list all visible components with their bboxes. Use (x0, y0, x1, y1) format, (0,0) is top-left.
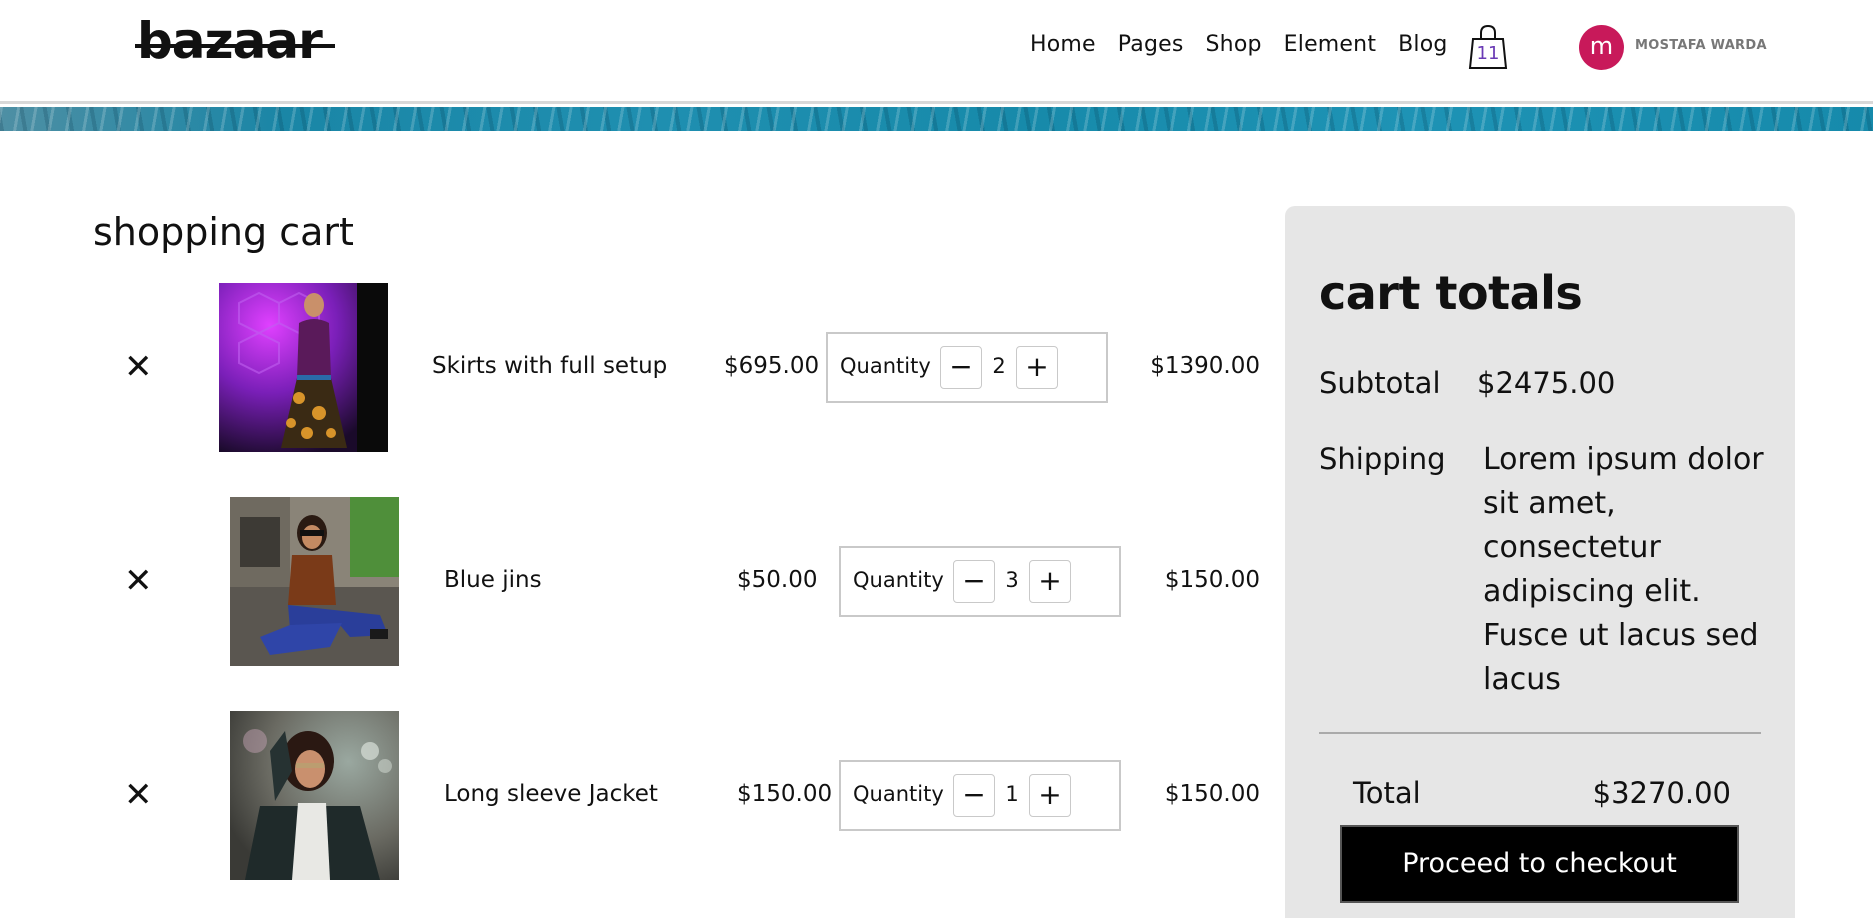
line-total: $150.00 (1164, 781, 1260, 807)
cart-count-badge: 11 (1476, 43, 1500, 64)
product-photo (230, 497, 399, 666)
product-price: $150.00 (737, 781, 833, 807)
product-price: $695.00 (724, 353, 820, 379)
quantity-label: Quantity (853, 568, 944, 592)
quantity-stepper: Quantity − 2 + (826, 332, 1108, 403)
cart-row: ✕ Skirts with full setup $695.00 Quantit (0, 283, 1260, 453)
quantity-label: Quantity (840, 354, 931, 378)
decrease-quantity-button[interactable]: − (953, 774, 995, 817)
remove-item-button[interactable]: ✕ (124, 350, 153, 384)
quantity-stepper: Quantity − 3 + (839, 546, 1121, 617)
site-logo[interactable]: bazaar (137, 12, 323, 70)
totals-divider (1319, 732, 1761, 734)
product-name[interactable]: Blue jins (444, 567, 542, 593)
total-label: Total (1353, 776, 1421, 810)
page-title: shopping cart (93, 210, 354, 254)
nav-shop[interactable]: Shop (1206, 32, 1262, 57)
cart-bag-button[interactable]: 11 (1468, 24, 1508, 70)
product-image-jacket[interactable] (230, 711, 399, 880)
cart-row: ✕ Long sleeve Jacket $150.00 Quantity − … (0, 711, 1260, 881)
quantity-label: Quantity (853, 782, 944, 806)
quantity-value[interactable]: 2 (987, 354, 1011, 378)
user-avatar[interactable]: m (1579, 25, 1624, 70)
totals-title: cart totals (1319, 266, 1583, 320)
shipping-description: Lorem ipsum dolor sit amet, consectetur … (1483, 442, 1764, 697)
increase-quantity-button[interactable]: + (1029, 560, 1071, 603)
proceed-to-checkout-button[interactable]: Proceed to checkout (1340, 825, 1739, 903)
shipping-label: Shipping (1319, 442, 1446, 476)
site-header: bazaar Home Pages Shop Element Blog 11 m… (0, 0, 1873, 104)
quantity-stepper: Quantity − 1 + (839, 760, 1121, 831)
water-banner-image (0, 107, 1873, 131)
cart-row: ✕ Blue jins $50.00 Quantity − 3 + $150.0… (0, 497, 1260, 667)
remove-item-button[interactable]: ✕ (124, 564, 153, 598)
nav-pages[interactable]: Pages (1118, 32, 1184, 57)
line-total: $150.00 (1164, 567, 1260, 593)
user-name[interactable]: MOSTAFA WARDA (1635, 38, 1767, 53)
total-value: $3270.00 (1592, 776, 1731, 810)
main-nav: Home Pages Shop Element Blog (1030, 32, 1470, 57)
nav-home[interactable]: Home (1030, 32, 1096, 57)
product-image-skirt[interactable] (219, 283, 388, 452)
product-name[interactable]: Long sleeve Jacket (444, 781, 658, 807)
product-photo (230, 711, 399, 880)
product-photo (219, 283, 388, 452)
quantity-value[interactable]: 1 (1000, 782, 1024, 806)
subtotal-value: $2475.00 (1477, 366, 1616, 400)
cart-totals-panel: cart totals Subtotal $2475.00 Shipping L… (1285, 206, 1795, 918)
increase-quantity-button[interactable]: + (1016, 346, 1058, 389)
decrease-quantity-button[interactable]: − (953, 560, 995, 603)
quantity-value[interactable]: 3 (1000, 568, 1024, 592)
nav-blog[interactable]: Blog (1398, 32, 1447, 57)
logo-strike-line (135, 44, 335, 48)
increase-quantity-button[interactable]: + (1029, 774, 1071, 817)
remove-item-button[interactable]: ✕ (124, 778, 153, 812)
product-name[interactable]: Skirts with full setup (432, 353, 667, 379)
nav-element[interactable]: Element (1284, 32, 1376, 57)
product-image-jeans[interactable] (230, 497, 399, 666)
subtotal-label: Subtotal (1319, 366, 1441, 400)
decrease-quantity-button[interactable]: − (940, 346, 982, 389)
product-price: $50.00 (737, 567, 818, 593)
line-total: $1390.00 (1150, 353, 1260, 379)
